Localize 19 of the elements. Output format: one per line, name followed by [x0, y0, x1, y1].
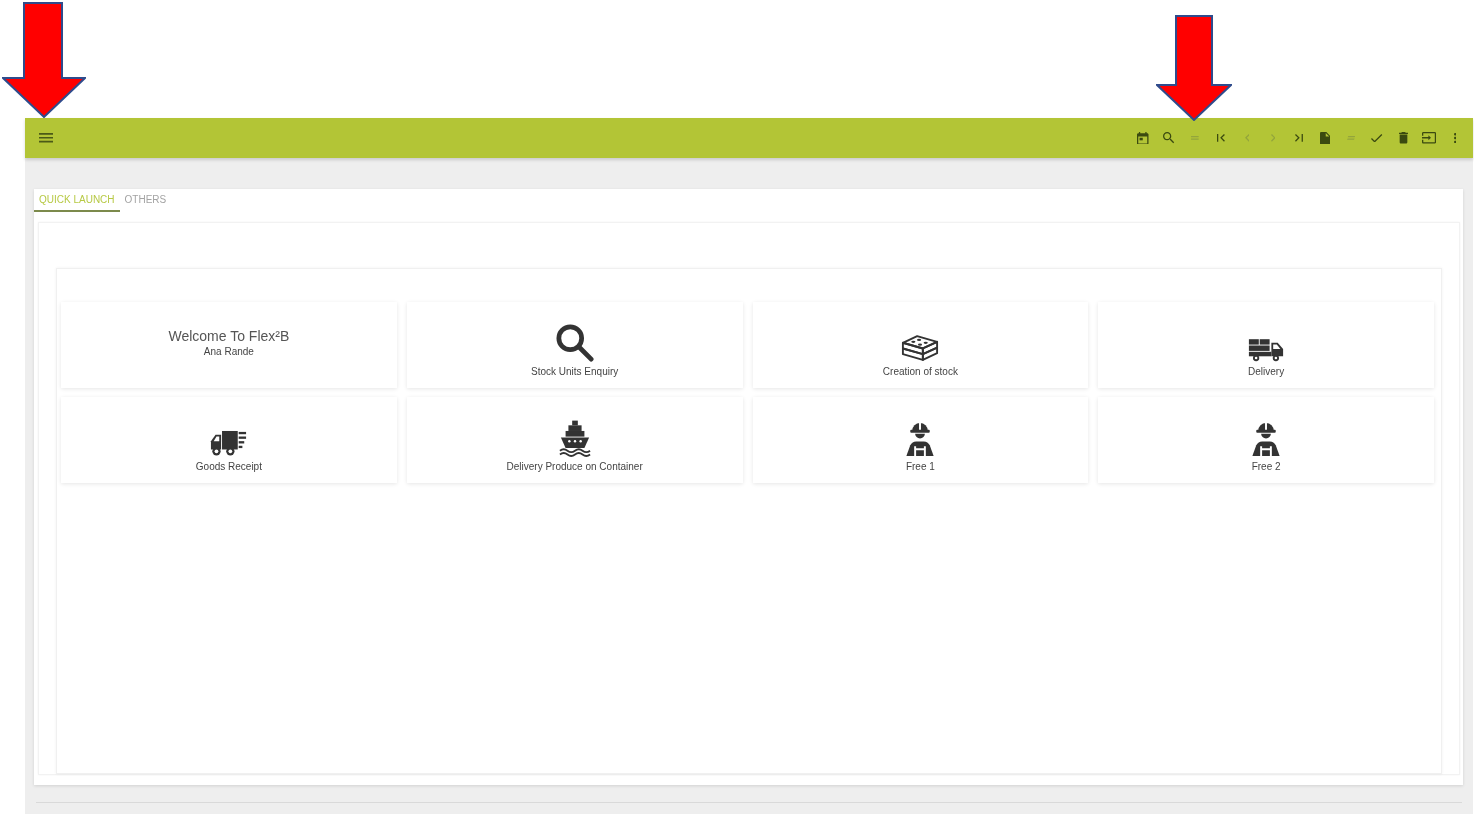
down-arrow-icon — [2, 2, 86, 118]
truck-icon — [1248, 338, 1285, 362]
welcome-title: Welcome To Flex²B — [168, 326, 290, 345]
launch-tile[interactable]: Free 1 — [752, 397, 1089, 483]
launch-tile[interactable]: Delivery Produce on Container — [406, 397, 743, 483]
launch-tile[interactable]: Delivery — [1098, 302, 1434, 388]
launch-tile[interactable]: Goods Receipt — [61, 397, 397, 483]
launch-tile[interactable]: Creation of stock — [752, 302, 1089, 388]
menu-icon — [39, 133, 53, 143]
ship-icon — [558, 420, 591, 457]
launch-tile[interactable]: Free 2 — [1098, 397, 1434, 483]
truck-icon — [210, 429, 248, 457]
worker-icon — [905, 420, 936, 457]
worker-icon — [1251, 420, 1282, 457]
down-arrow-icon — [1156, 15, 1232, 121]
user-name: Ana Rande — [203, 344, 254, 358]
search-icon — [555, 324, 594, 362]
bricks-icon — [901, 334, 940, 362]
launch-tile[interactable]: Stock Units Enquiry — [406, 302, 743, 388]
